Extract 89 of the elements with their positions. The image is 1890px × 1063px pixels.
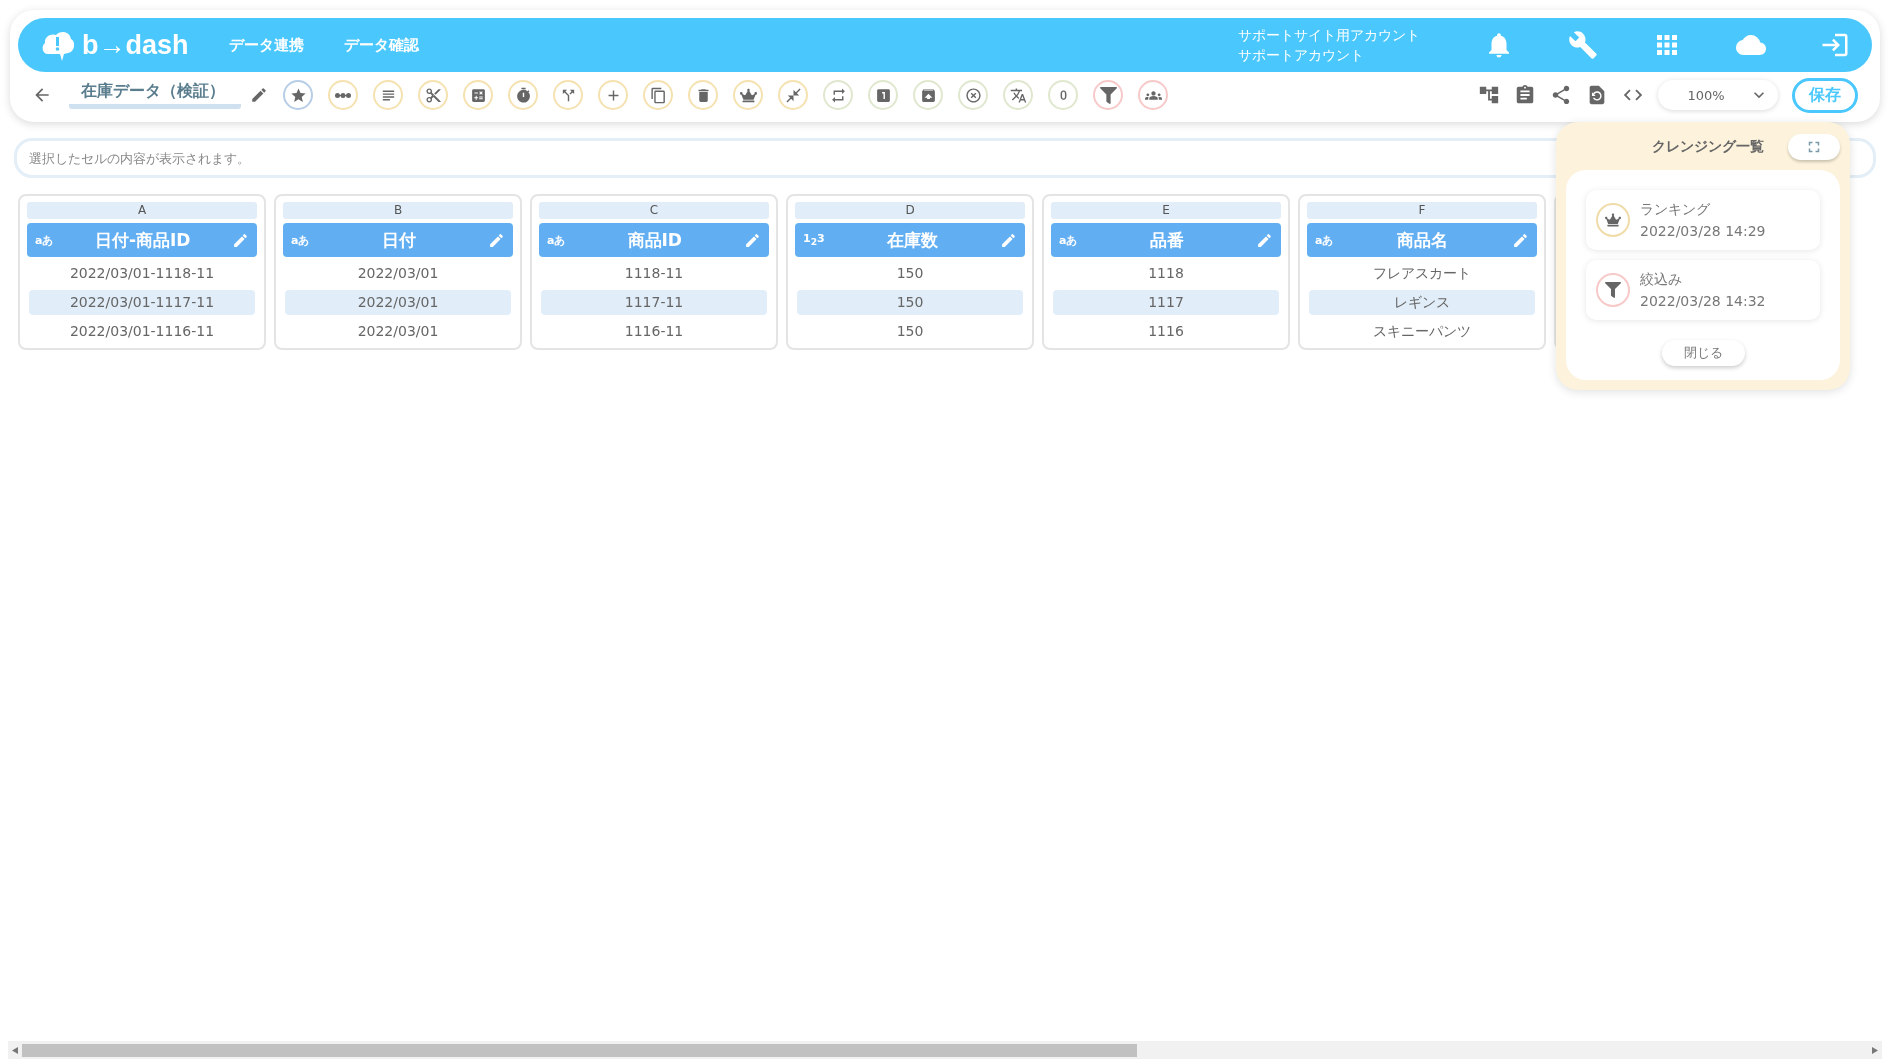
column-name: 商品名 [1396, 228, 1450, 252]
compress-icon [784, 86, 802, 104]
horizontal-scrollbar[interactable] [8, 1041, 1882, 1059]
type-label: aあ [1059, 232, 1078, 248]
table-cell-text: 1118 [1147, 264, 1185, 283]
tool-dotted-line-button[interactable] [328, 80, 358, 110]
tree-icon[interactable] [1478, 84, 1500, 106]
table-cell-text: 1118-11 [623, 264, 685, 283]
table-cell-text: 2022/03/01 [356, 322, 440, 341]
tool-x-circle-button[interactable] [958, 80, 988, 110]
type-label: aあ [1315, 232, 1334, 248]
table-cell-text: 150 [895, 264, 925, 283]
column-letter[interactable]: B [283, 202, 513, 219]
cleansing-name: 絞込み [1640, 270, 1683, 289]
cleansing-time: 2022/03/28 14:29 [1640, 222, 1766, 241]
tool-lines-button[interactable] [373, 80, 403, 110]
column-letter[interactable]: F [1307, 202, 1537, 219]
translate-icon [1009, 86, 1027, 104]
scroll-right-icon[interactable] [1872, 1046, 1878, 1054]
repeat-icon [829, 86, 847, 104]
zoom-select[interactable]: 100% [1658, 80, 1778, 110]
scissors-icon [424, 86, 442, 104]
column-letter[interactable]: E [1051, 202, 1281, 219]
column-name: 在庫数 [885, 228, 939, 252]
table-cell: 1117-11 [541, 290, 767, 315]
logo-text: b→dash [82, 29, 189, 61]
column-letter[interactable]: C [539, 202, 769, 219]
stopwatch-icon [514, 86, 532, 104]
crown-icon [739, 86, 757, 104]
copy-icon [649, 86, 667, 104]
dataset-title: 在庫データ（検証） [69, 81, 241, 109]
tool-funnel-button[interactable] [1093, 80, 1123, 110]
type-label: aあ [291, 232, 310, 248]
table-cell-text: 150 [895, 322, 925, 341]
type-label: aあ [35, 232, 54, 248]
table-cell: 150 [797, 290, 1023, 315]
tool-people-button[interactable] [1138, 80, 1168, 110]
column-name: 日付 [380, 228, 417, 252]
table-cell: 1117 [1053, 290, 1279, 315]
table-cell-text: 2022/03/01 [356, 264, 440, 283]
tool-scissors-button[interactable] [418, 80, 448, 110]
scroll-left-icon[interactable] [12, 1046, 18, 1054]
table-cell: レギンス [1309, 290, 1535, 315]
panel-title: クレンジング一覧 [1652, 138, 1764, 156]
type-label: aあ [547, 232, 566, 248]
clipboard-icon[interactable] [1514, 84, 1536, 106]
scrollbar-thumb[interactable] [22, 1043, 1137, 1057]
close-button[interactable]: 閉じる [1661, 340, 1745, 366]
column-letter[interactable]: A [27, 202, 257, 219]
cleansing-time: 2022/03/28 14:32 [1640, 292, 1766, 311]
tool-calculator-button[interactable] [463, 80, 493, 110]
tool-repeat-button[interactable] [823, 80, 853, 110]
table-cell-text: 1116-11 [623, 322, 685, 341]
column-name: 品番 [1148, 228, 1185, 252]
type-label: 1$_{2}$3 [803, 232, 825, 248]
cleansing-item[interactable]: 絞込み 2022/03/28 14:32 [1586, 260, 1820, 320]
table-cell: 2022/03/01 [285, 290, 511, 315]
pencil-icon[interactable] [250, 86, 268, 104]
share-icon[interactable] [1550, 84, 1572, 106]
account-site: サポートサイト用アカウント [1238, 26, 1420, 45]
tool-number-box-button[interactable] [868, 80, 898, 110]
table-cell-text: 2022/03/01-1116-11 [68, 322, 216, 341]
star-icon [289, 86, 307, 104]
column-name: 商品ID [626, 228, 683, 252]
tool-copy-button[interactable] [643, 80, 673, 110]
table-cell-text: フレアスカート [1372, 264, 1472, 283]
box-upload-icon [919, 86, 937, 104]
cleansing-item[interactable]: ランキング 2022/03/28 14:29 [1586, 190, 1820, 250]
tool-split-arrow-button[interactable] [553, 80, 583, 110]
tool-star-button[interactable] [283, 80, 313, 110]
table-cell-text: 1116 [1147, 322, 1185, 341]
tool-compress-button[interactable] [778, 80, 808, 110]
column-letter[interactable]: D [795, 202, 1025, 219]
cleansing-name: ランキング [1640, 200, 1711, 219]
account-name: サポートアカウント [1238, 46, 1365, 65]
zoom-value: 100% [1687, 87, 1725, 103]
funnel-icon [1099, 86, 1117, 104]
tool-translate-button[interactable] [1003, 80, 1033, 110]
calculator-icon [469, 86, 487, 104]
tool-stopwatch-button[interactable] [508, 80, 538, 110]
column-name: 日付-商品ID [93, 228, 192, 252]
table-cell-text: スキニーパンツ [1372, 322, 1472, 341]
table-cell: 2022/03/01-1117-11 [29, 290, 255, 315]
dotted-line-icon [335, 92, 351, 98]
tool-crown-button[interactable] [733, 80, 763, 110]
number-box-icon [874, 86, 892, 104]
tool-trash-button[interactable] [688, 80, 718, 110]
table-cell-text: 2022/03/01-1118-11 [68, 264, 216, 283]
tool-box-upload-button[interactable] [913, 80, 943, 110]
